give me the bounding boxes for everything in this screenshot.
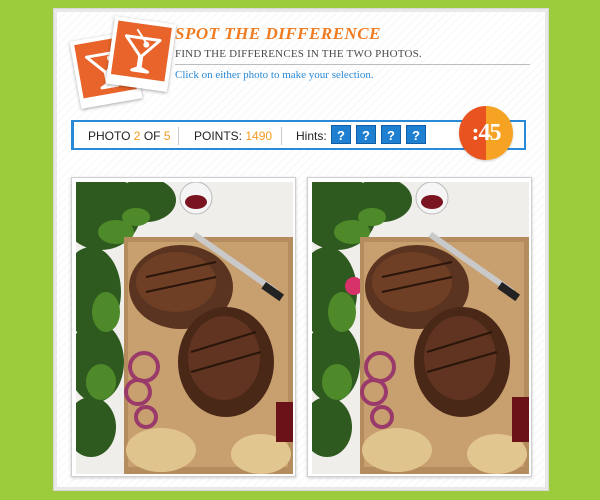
photo-total: 5 [163,129,171,143]
subtitle: FIND THE DIFFERENCES IN THE TWO PHOTOS. [175,48,530,65]
photo-label: PHOTO [88,129,131,143]
hints-label: Hints: [296,129,327,143]
hint-button-3[interactable]: ? [381,125,401,144]
hint-button-2[interactable]: ? [356,125,376,144]
page-title: SPOT THE DIFFERENCE [175,24,381,43]
photo-left[interactable] [71,177,296,477]
header: SPOT THE DIFFERENCE FIND THE DIFFERENCES… [175,24,530,81]
polaroid-right [105,16,177,92]
instruction-text: Click on either photo to make your selec… [175,69,374,81]
countdown-timer: :45 [459,106,513,160]
photo-counter: PHOTO 2 OF 5 [88,129,171,143]
hint-button-1[interactable]: ? [331,125,351,144]
divider [281,127,282,145]
points-label: POINTS: [194,129,243,143]
points-value: 1490 [245,129,273,143]
points-display: POINTS: 1490 [194,129,272,143]
status-bar: PHOTO 2 OF 5 POINTS: 1490 Hints: ? ? ? ? [71,120,526,150]
photo-of-label: OF [143,129,161,143]
logo [69,16,177,109]
photo-steak-left [76,182,293,474]
hint-button-4[interactable]: ? [406,125,426,144]
divider [178,127,179,145]
photo-steak-right [312,182,529,474]
photo-current: 2 [133,129,141,143]
photo-right[interactable] [307,177,532,477]
martini-glass-icon [124,28,162,74]
